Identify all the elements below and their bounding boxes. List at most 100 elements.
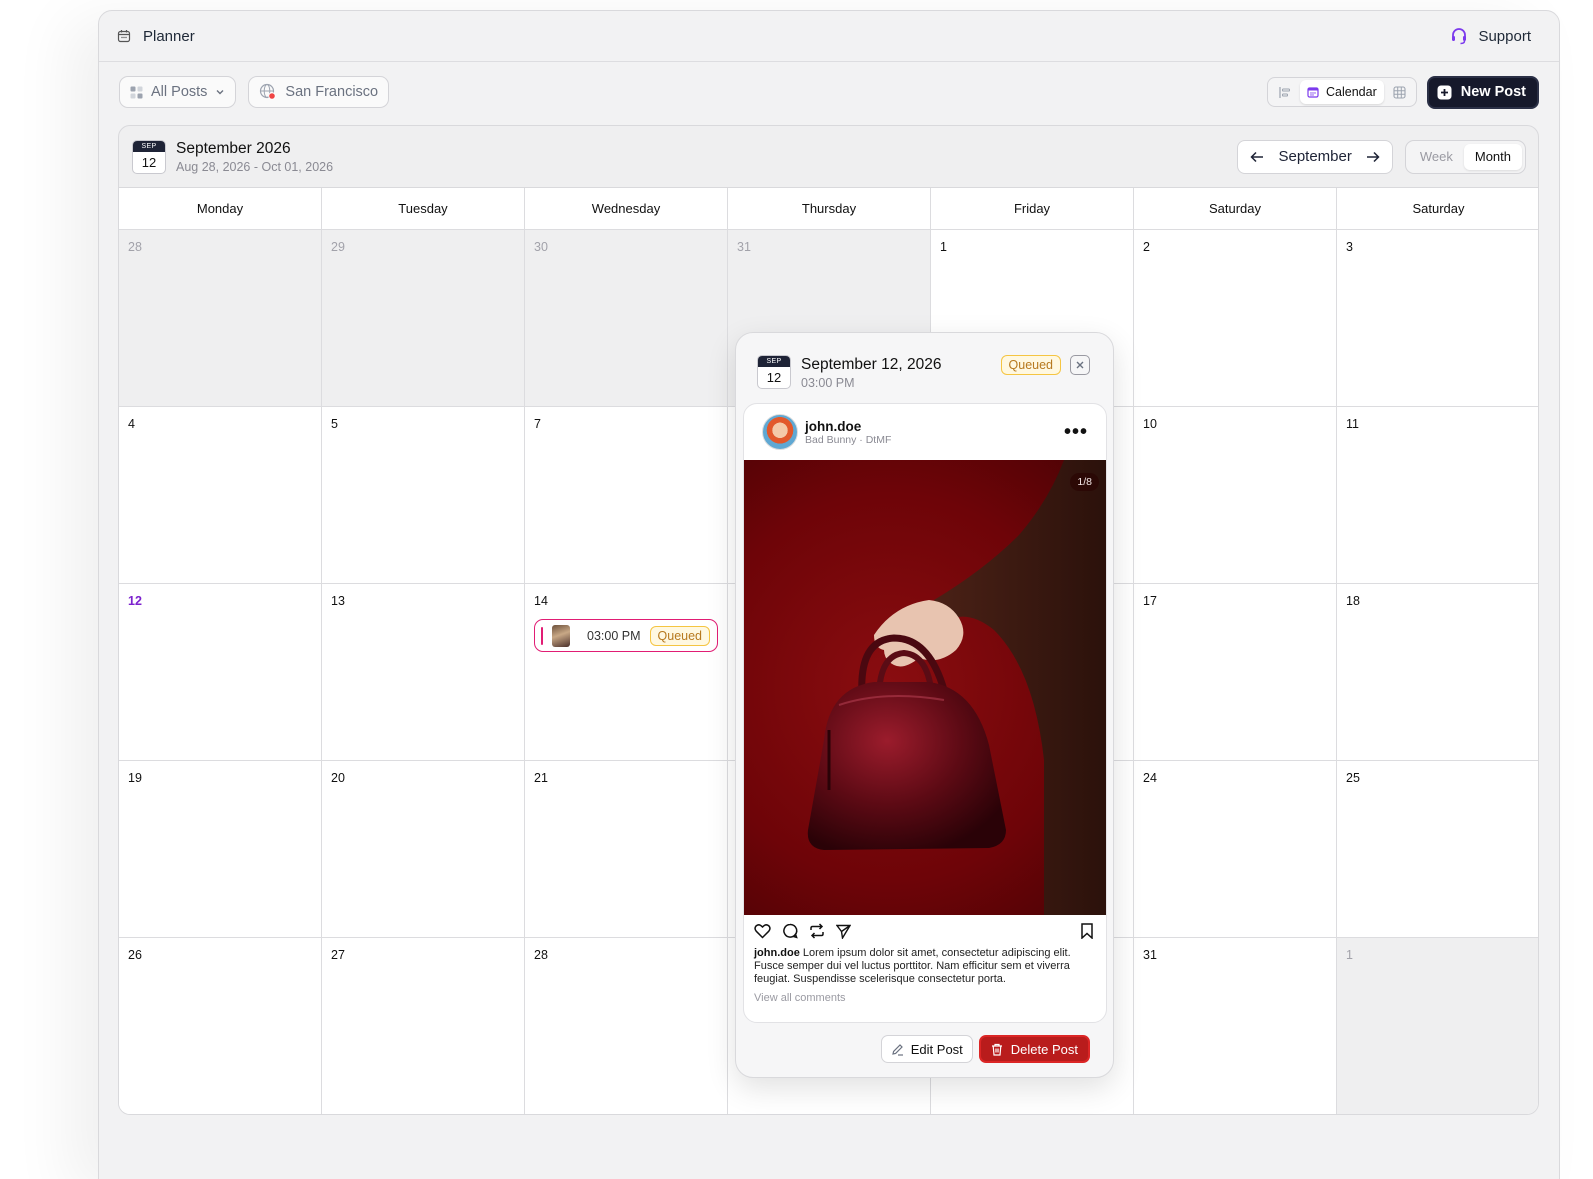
support-link[interactable]: Support [1450,27,1531,45]
location-filter-label: San Francisco [285,84,379,100]
day-cell[interactable]: 7 [525,407,728,584]
new-post-button[interactable]: New Post [1426,75,1539,109]
day-cell[interactable]: 29 [322,230,525,407]
edit-post-button[interactable]: Edit Post [880,1035,973,1063]
day-number: 4 [128,417,135,431]
avatar [762,414,798,450]
day-cell[interactable]: 10 [1134,407,1337,584]
day-cell[interactable]: 26 [119,938,322,1114]
day-number: 28 [128,240,142,254]
popover-header: SEP 12 September 12, 2026 03:00 PM Queue… [757,355,1090,390]
chevron-down-icon [215,87,225,97]
popover-status-badge: Queued [1000,355,1061,375]
post-author: john.doe Bad Bunny · DtMF [762,414,891,450]
week-view-tab[interactable]: Week [1409,144,1464,170]
day-number: 28 [534,948,548,962]
popover-actions: Edit Post Delete Post [880,1035,1090,1063]
day-header: Saturday [1134,188,1337,230]
event-status-badge: Queued [649,625,710,646]
day-number: 31 [737,240,751,254]
calendar-nav: September Week Month [1237,139,1526,174]
send-icon[interactable] [836,924,851,939]
day-cell[interactable]: 25 [1337,761,1538,938]
day-number: 29 [331,240,345,254]
toolbar: All Posts San Francisco Calendar New Pos… [99,62,1559,122]
more-options-icon[interactable]: ••• [1064,421,1088,444]
arrow-right-icon[interactable] [1366,151,1380,163]
calendar-icon [117,29,131,43]
day-cell[interactable]: 20 [322,761,525,938]
day-cell[interactable]: 17 [1134,584,1337,761]
day-cell[interactable]: 13 [322,584,525,761]
day-cell[interactable]: 5 [322,407,525,584]
repost-icon[interactable] [809,923,825,939]
heart-icon[interactable] [754,923,771,939]
day-number: 5 [331,417,338,431]
delete-post-button[interactable]: Delete Post [978,1035,1090,1063]
grid-view-icon [1393,85,1406,99]
new-post-label: New Post [1460,84,1526,100]
day-cell[interactable]: 4 [119,407,322,584]
close-button[interactable] [1070,355,1090,375]
popover-badge-month: SEP [758,356,790,367]
app-title-group: Planner [117,28,195,45]
event-accent-bar [541,626,543,645]
handbag-photo-illustration [807,460,1106,915]
view-switcher: Calendar [1267,77,1417,107]
day-number: 14 [534,594,548,608]
day-number: 10 [1143,417,1157,431]
day-header: Wednesday [525,188,728,230]
calendar-view-label: Calendar [1326,85,1377,99]
day-cell[interactable]: 3 [1337,230,1538,407]
post-username: john.doe [805,418,862,434]
trash-icon [991,1043,1002,1056]
location-filter[interactable]: San Francisco [248,76,390,108]
list-view-button[interactable] [1272,80,1296,104]
day-cell[interactable]: 18 [1337,584,1538,761]
day-cell[interactable]: 27 [322,938,525,1114]
post-author-row: john.doe Bad Bunny · DtMF ••• [744,404,1106,460]
day-cell[interactable]: 24 [1134,761,1337,938]
post-actions-row [744,915,1106,947]
arrow-left-icon[interactable] [1250,151,1264,163]
day-cell[interactable]: 28 [119,230,322,407]
view-comments-link[interactable]: View all comments [744,986,1106,1004]
day-header: Monday [119,188,322,230]
close-icon [1076,361,1084,369]
day-number: 21 [534,771,548,785]
calendar-title: September 2026 [176,139,291,157]
day-cell[interactable]: 2 [1134,230,1337,407]
calendar-view-button[interactable]: Calendar [1300,80,1384,104]
popover-date-badge: SEP 12 [757,355,791,389]
toolbar-right: Calendar New Post [1267,75,1539,109]
day-cell[interactable]: 1 [1337,938,1538,1114]
day-number: 27 [331,948,345,962]
calendar-header: SEP 12 September 2026 Aug 28, 2026 - Oct… [119,126,1538,188]
comment-icon[interactable] [782,923,798,939]
post-image: 1/8 [744,460,1106,915]
bookmark-icon[interactable] [1080,923,1094,939]
day-cell[interactable]: 31 [1134,938,1337,1114]
posts-filter-dropdown[interactable]: All Posts [119,76,237,108]
day-cell[interactable]: 11 [1337,407,1538,584]
date-badge-month: SEP [133,140,165,152]
day-number: 1 [940,240,947,254]
date-badge-day: 12 [141,154,157,170]
scheduled-post-event[interactable]: 03:00 PM Queued [534,619,718,652]
day-cell-today[interactable]: 12 [119,584,322,761]
popover-badge-day: 12 [766,370,782,385]
caption-text: Lorem ipsum dolor sit amet, consectetur … [754,947,1071,985]
day-cell[interactable]: 28 [525,938,728,1114]
day-cell[interactable]: 19 [119,761,322,938]
grid-view-button[interactable] [1388,80,1412,104]
week-month-toggle: Week Month [1404,139,1526,174]
month-view-tab[interactable]: Month [1463,143,1522,170]
calendar-title-group: SEP 12 September 2026 Aug 28, 2026 - Oct… [132,139,333,174]
plus-square-icon [1437,85,1452,100]
day-number: 13 [331,594,345,608]
grid-filter-icon [130,86,143,99]
day-cell[interactable]: 21 [525,761,728,938]
day-cell[interactable]: 14 03:00 PM Queued [525,584,728,761]
day-header: Tuesday [322,188,525,230]
day-cell[interactable]: 30 [525,230,728,407]
